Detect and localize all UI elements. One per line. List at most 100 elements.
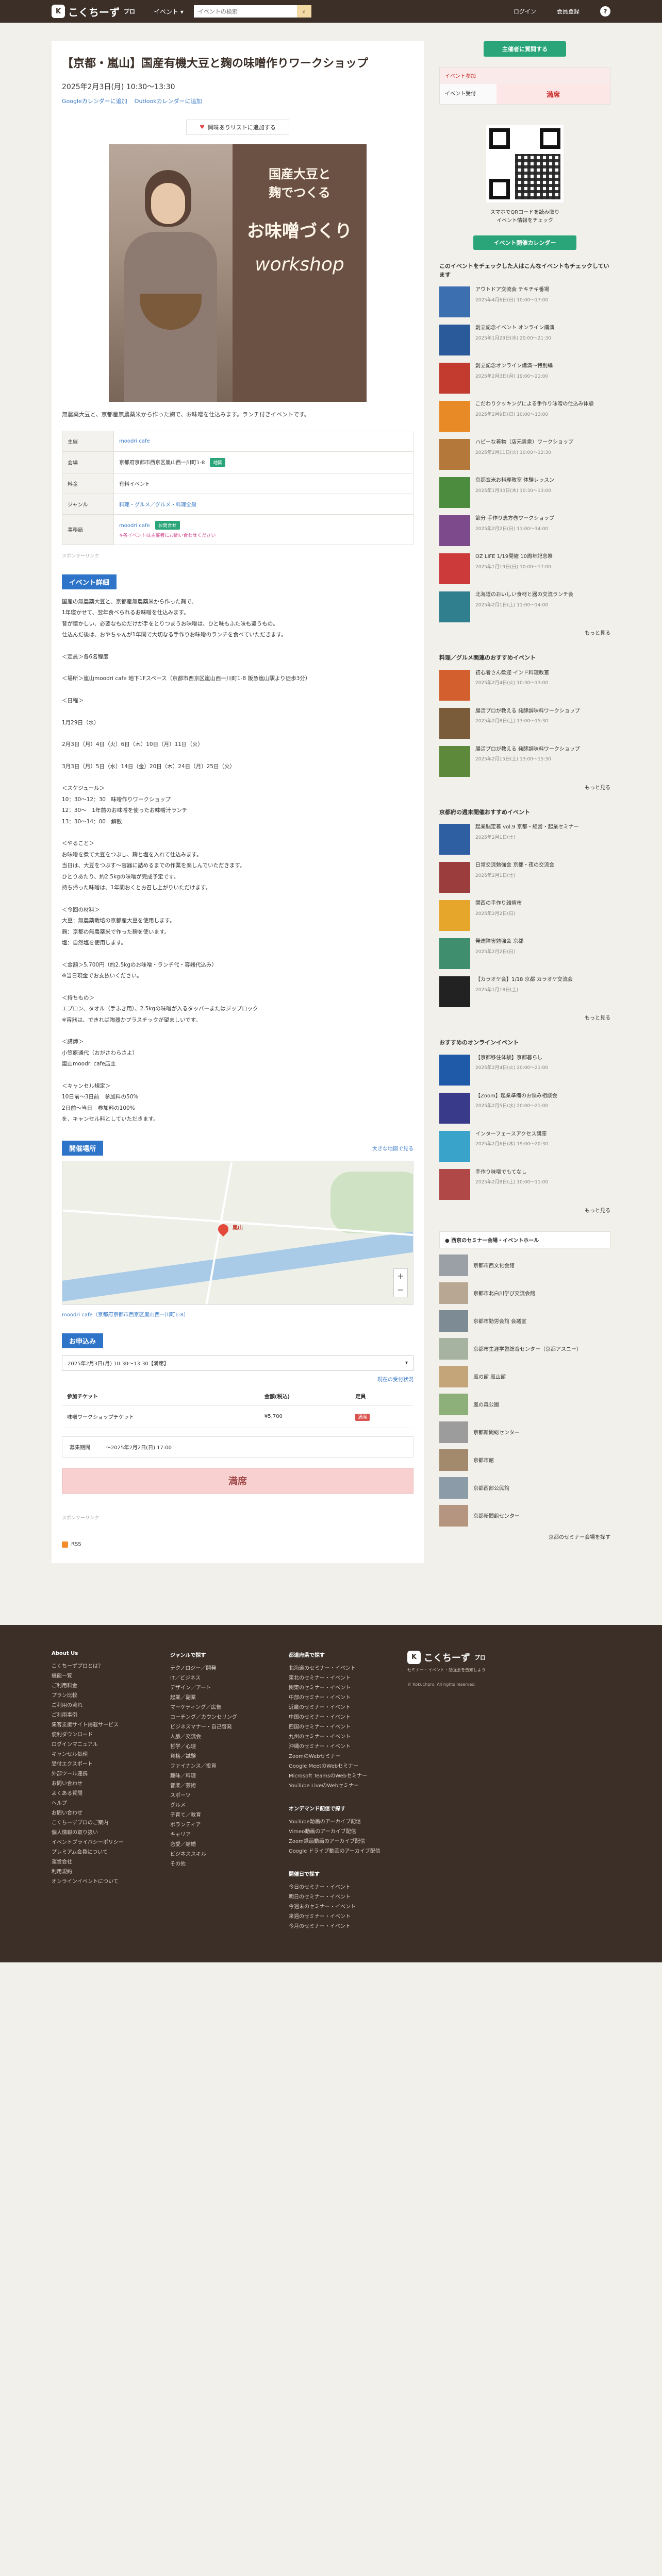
event-thumbnail[interactable] <box>439 938 470 969</box>
event-thumbnail[interactable] <box>439 286 470 317</box>
footer-link[interactable]: 四国のセミナー・イベント <box>289 1722 387 1732</box>
footer-link[interactable]: 恋愛／結婚 <box>170 1840 268 1850</box>
footer-link[interactable]: 今月のセミナー・イベント <box>289 1922 387 1931</box>
event-card[interactable]: 創立記念オンライン講演〜特別編 2025年2月3日(月) 19:00〜21:00 <box>439 363 610 394</box>
venue-item[interactable]: 嵐の館 嵐山館 <box>439 1365 610 1387</box>
contact-button[interactable]: お問合せ <box>155 520 180 530</box>
footer-link[interactable]: 沖縄のセミナー・イベント <box>289 1742 387 1752</box>
map-address-link[interactable]: moodri cafe（京都府京都市西京区嵐山西一川町1-8） <box>62 1312 189 1318</box>
site-logo[interactable]: K こくちーず プロ <box>52 4 135 19</box>
venue-thumbnail[interactable] <box>439 1393 468 1415</box>
venue-item[interactable]: 京都新聞総センター <box>439 1421 610 1443</box>
rss-link[interactable]: RSS <box>62 1541 413 1548</box>
footer-link[interactable]: 運営会社 <box>52 1857 150 1867</box>
footer-link[interactable]: 子育て／教育 <box>170 1810 268 1820</box>
footer-link[interactable]: 今日のセミナー・イベント <box>289 1883 387 1892</box>
footer-link[interactable]: ファイナンス／投資 <box>170 1761 268 1771</box>
footer-link[interactable]: 哲学／心理 <box>170 1742 268 1752</box>
help-icon[interactable]: ? <box>600 6 610 16</box>
footer-link[interactable]: 明日のセミナー・イベント <box>289 1892 387 1902</box>
event-thumbnail[interactable] <box>439 401 470 432</box>
footer-link[interactable]: IT／ビジネス <box>170 1673 268 1683</box>
event-card[interactable]: ハピーな着物（店元男衆）ワークショップ 2025年2月11日(火) 10:00〜1… <box>439 439 610 470</box>
event-card[interactable]: 日常交流勉強会 京都・夜の交流会 2025年2月1日(土) <box>439 862 610 893</box>
event-thumbnail[interactable] <box>439 363 470 394</box>
outlook-calendar-link[interactable]: Outlookカレンダーに追加 <box>135 97 202 105</box>
footer-logo[interactable]: K こくちーず プロ <box>407 1650 531 1664</box>
event-card-title[interactable]: インターフェースアクセス講座 <box>475 1131 548 1139</box>
event-card[interactable]: 発達障害勉強会 京都 2025年2月2日(日) <box>439 938 610 969</box>
genre-link[interactable]: 料理・グルメ／グルメ・料理全般 <box>119 502 196 508</box>
event-calendar-button[interactable]: イベント開催カレンダー <box>473 235 576 250</box>
footer-link[interactable]: お問い合わせ <box>52 1808 150 1818</box>
venue-name[interactable]: 京都市生涯学習総合センター（京都アスニー） <box>473 1345 582 1352</box>
footer-link[interactable]: YouTube動画のアーカイブ配信 <box>289 1817 387 1827</box>
venue-name[interactable]: 嵐の森公園 <box>473 1400 499 1408</box>
footer-link[interactable]: Vimeo動画のアーカイブ配信 <box>289 1827 387 1837</box>
more-link[interactable]: もっと見る <box>439 1013 610 1021</box>
footer-link[interactable]: Microsoft TeamsのWebセミナー <box>289 1771 387 1781</box>
footer-link[interactable]: 九州のセミナー・イベント <box>289 1732 387 1742</box>
footer-link[interactable]: こくちーずプロとは？ <box>52 1662 150 1671</box>
footer-link[interactable]: キャリア <box>170 1830 268 1840</box>
footer-link[interactable]: オンラインイベントについて <box>52 1877 150 1887</box>
footer-link[interactable]: ビジネスマナー・自己啓発 <box>170 1722 268 1732</box>
footer-link[interactable]: プラン比較 <box>52 1691 150 1701</box>
event-thumbnail[interactable] <box>439 553 470 584</box>
event-card[interactable]: 手作り味噌でもてなし 2025年2月8日(土) 10:00〜11:00 <box>439 1168 610 1200</box>
event-card-title[interactable]: 手作り味噌でもてなし <box>475 1169 548 1177</box>
footer-link[interactable]: 音楽／芸術 <box>170 1781 268 1791</box>
footer-link[interactable]: その他 <box>170 1859 268 1869</box>
more-link[interactable]: もっと見る <box>439 1206 610 1214</box>
event-thumbnail[interactable] <box>439 325 470 355</box>
event-card[interactable]: 【カラオケ会】1/18 京都 カラオケ交流会 2025年1月18日(土) <box>439 976 610 1007</box>
event-card-title[interactable]: 日常交流勉強会 京都・夜の交流会 <box>475 862 554 870</box>
footer-link[interactable]: Google ドライブ動画のアーカイブ配信 <box>289 1846 387 1856</box>
event-card[interactable]: 創立記念イベント オンライン講演 2025年1月29日(水) 20:00〜21:3… <box>439 325 610 355</box>
footer-link[interactable]: 来週のセミナー・イベント <box>289 1912 387 1922</box>
footer-link[interactable]: 集客支援サイト掲載サービス <box>52 1720 150 1730</box>
footer-link[interactable]: 起業／副業 <box>170 1693 268 1703</box>
footer-link[interactable]: 今週末のセミナー・イベント <box>289 1902 387 1912</box>
login-link[interactable]: ログイン <box>514 7 536 15</box>
footer-link[interactable]: 外部ツール連携 <box>52 1769 150 1779</box>
event-card-title[interactable]: 【京都移住体験】京都暮らし <box>475 1055 548 1062</box>
footer-link[interactable]: プレミアム会員について <box>52 1848 150 1857</box>
event-card-title[interactable]: 起業脳定着 vol.9 京都・経営・起業セミナー <box>475 824 579 832</box>
footer-link[interactable]: Zoom録画動画のアーカイブ配信 <box>289 1837 387 1846</box>
venue-name[interactable]: 京都市北白川学び交流会館 <box>473 1289 535 1297</box>
footer-link[interactable]: ログインマニュアル <box>52 1740 150 1750</box>
event-card[interactable]: 京都玄米お料理教室 体験レッスン 2025年1月30日(木) 10:30〜13:0… <box>439 477 610 508</box>
event-card-title[interactable]: OZ LIFE 1/19開催 10周年記念祭 <box>475 553 553 561</box>
footer-link[interactable]: イベントプライバシーポリシー <box>52 1838 150 1848</box>
venue-item[interactable]: 京都市北白川学び交流会館 <box>439 1282 610 1304</box>
footer-link[interactable]: キャンセル処理 <box>52 1750 150 1759</box>
footer-link[interactable]: 利用規約 <box>52 1867 150 1877</box>
venue-thumbnail[interactable] <box>439 1421 468 1443</box>
event-card-title[interactable]: 京都玄米お料理教室 体験レッスン <box>475 477 554 485</box>
event-card[interactable]: 関西の手作り雑貨市 2025年2月2日(日) <box>439 900 610 931</box>
event-thumbnail[interactable] <box>439 900 470 931</box>
event-card[interactable]: こだわりクッキングによる手作り味噌の仕込み体験 2025年2月9日(日) 10:0… <box>439 401 610 432</box>
event-card-title[interactable]: 初心者さん歓迎 インド料理教室 <box>475 670 549 677</box>
event-card[interactable]: 腸活プロが教える 発酵調味料ワークショップ 2025年2月8日(土) 13:00〜… <box>439 707 610 739</box>
venue-thumbnail[interactable] <box>439 1310 468 1332</box>
ask-organizer-button[interactable]: 主催者に質問する <box>484 41 566 57</box>
venue-name[interactable]: 京都市西文化会館 <box>473 1261 515 1269</box>
event-card-title[interactable]: アウトドア交流会 チキチキ番場 <box>475 286 549 294</box>
event-card[interactable]: 北海道のおいしい食材と器の交流ランチ会 2025年2月1日(土) 11:00〜14… <box>439 591 610 622</box>
zoom-in-icon[interactable]: + <box>397 1271 404 1281</box>
venue-name[interactable]: 京都新聞総センター <box>473 1428 520 1436</box>
organizer-link[interactable]: moodri cafe <box>119 438 150 444</box>
event-card[interactable]: 腸活プロが教える 発酵調味料ワークショップ 2025年2月15日(土) 13:00… <box>439 745 610 777</box>
footer-link[interactable]: 人脈／交流会 <box>170 1732 268 1742</box>
venue-name[interactable]: 京都市館 <box>473 1456 494 1464</box>
register-link[interactable]: 会員登録 <box>557 7 580 15</box>
footer-link[interactable]: マーケティング／広告 <box>170 1703 268 1713</box>
venue-item[interactable]: 京都市西文化会館 <box>439 1254 610 1276</box>
more-link[interactable]: もっと見る <box>439 783 610 791</box>
venue-item[interactable]: 京都西部公民館 <box>439 1477 610 1499</box>
footer-link[interactable]: グルメ <box>170 1801 268 1810</box>
footer-link[interactable]: 便利ダウンロード <box>52 1730 150 1740</box>
more-link[interactable]: もっと見る <box>439 629 610 636</box>
